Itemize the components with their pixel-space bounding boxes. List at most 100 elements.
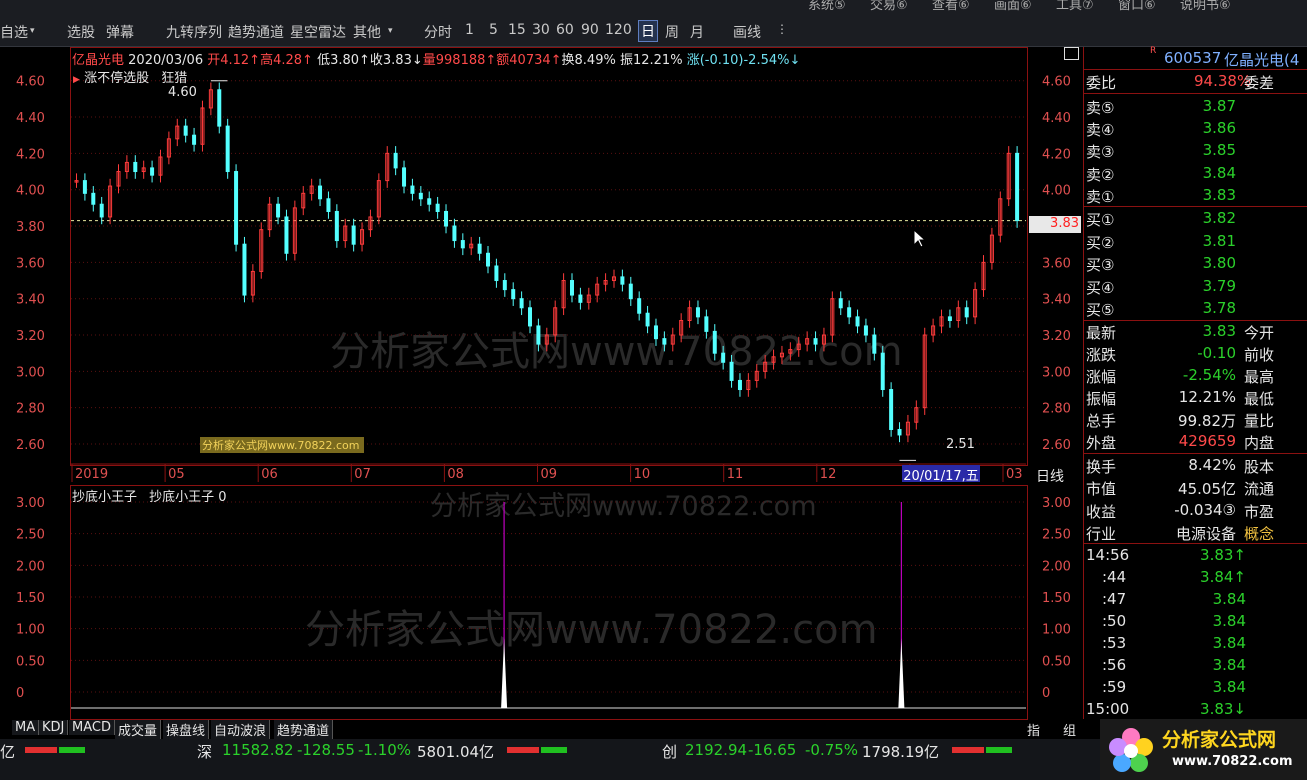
- tab-trend-channel[interactable]: 趋势通道: [274, 720, 334, 739]
- quote-right-label: 前收: [1244, 346, 1275, 364]
- menu-view[interactable]: 查看⑥: [932, 0, 970, 13]
- period-120min[interactable]: 120: [605, 22, 632, 38]
- period-monthly[interactable]: 月: [690, 22, 704, 42]
- candle-body: [318, 185, 323, 200]
- date-tick-label: 11: [727, 467, 744, 482]
- menu-trade[interactable]: 交易⑥: [870, 0, 908, 13]
- quote-panel: R 600537 亿晶光电(4 委比 94.38% 委差 卖⑤ 3.87 卖④ 3.8…: [1083, 46, 1307, 720]
- tab-auto-wave[interactable]: 自动波浪: [211, 720, 271, 739]
- amount-value: 额40734↑: [496, 53, 562, 68]
- period-5min[interactable]: 5: [489, 22, 498, 38]
- tool-danmaku[interactable]: 弹幕: [106, 22, 134, 42]
- menu-system[interactable]: 系统⑤: [808, 0, 846, 13]
- tick-time: :47: [1102, 590, 1127, 608]
- tool-nine-turn[interactable]: 九转序列: [166, 22, 222, 42]
- candle-body: [502, 280, 507, 291]
- more-icon[interactable]: ⋮: [776, 22, 788, 36]
- bid-price: 3.80: [1202, 254, 1236, 272]
- sz-change: -128.55: [297, 741, 355, 759]
- sz-strength-bar: [507, 747, 567, 753]
- date-tick-label: 10: [634, 467, 651, 482]
- bid-label: 买③: [1086, 256, 1115, 274]
- period-60min[interactable]: 60: [556, 22, 574, 38]
- quote-value: -0.10: [1197, 344, 1236, 362]
- menu-window[interactable]: 窗口⑥: [1118, 0, 1156, 13]
- maximize-icon[interactable]: [1064, 47, 1079, 60]
- price-tick-label: 3.40: [1042, 293, 1071, 308]
- period-90min[interactable]: 90: [581, 22, 599, 38]
- tick-row: 15:00 3.83↓: [1084, 698, 1307, 720]
- candle-body: [569, 280, 574, 296]
- menu-tools[interactable]: 工具⑦: [1056, 0, 1094, 13]
- indicator-tick-label: 0: [1042, 686, 1050, 701]
- date-tick-label: 09: [541, 467, 558, 482]
- bid-price: 3.79: [1202, 276, 1236, 295]
- menu-manual[interactable]: 说明书⑥: [1180, 0, 1231, 13]
- price-tick-label: 3.60: [16, 256, 45, 271]
- candle-body: [427, 198, 432, 205]
- period-weekly[interactable]: 周: [665, 22, 679, 42]
- period-1min[interactable]: 1: [465, 22, 474, 38]
- indicator-spike-peak: [898, 638, 905, 708]
- period-15min[interactable]: 15: [508, 22, 526, 38]
- price-tick-label: 3.20: [16, 329, 45, 344]
- tick-row: :44 3.84↑: [1084, 566, 1307, 588]
- quote-label: 振幅: [1086, 390, 1117, 408]
- quote-value: -2.54%: [1182, 366, 1236, 384]
- tick-row: 14:56 3.83↑: [1084, 544, 1307, 566]
- indicator-tick-label: 2.50: [16, 528, 45, 543]
- tool-other[interactable]: 其他: [353, 22, 381, 42]
- quote-label: 最新: [1086, 324, 1117, 342]
- fundamental-row: 行业 电源设备 概念: [1084, 521, 1307, 543]
- date-tick-label: 07: [354, 467, 371, 482]
- tab-index[interactable]: 指: [1024, 720, 1043, 739]
- bid-price: 3.78: [1202, 299, 1236, 317]
- quote-label: 涨跌: [1086, 346, 1117, 364]
- flower-logo-icon: [1109, 728, 1153, 772]
- price-tick-label: 3.40: [16, 293, 45, 308]
- fund-value: 电源设备: [1175, 524, 1236, 543]
- period-daily[interactable]: 日: [638, 20, 658, 42]
- candle-body: [477, 243, 482, 254]
- price-tick-label: 4.40: [16, 111, 45, 126]
- quote-label: 外盘: [1086, 434, 1117, 452]
- tool-draw-line[interactable]: 画线: [733, 22, 761, 42]
- cy-pct: -0.75%: [805, 741, 859, 759]
- market-strength-bar: [25, 747, 85, 753]
- tool-trend-channel[interactable]: 趋势通道: [228, 22, 284, 42]
- tool-stock-picker[interactable]: 选股: [67, 22, 95, 42]
- bid-label: 买④: [1086, 278, 1115, 297]
- candle-body: [234, 171, 239, 245]
- tab-trading-line[interactable]: 操盘线: [163, 720, 210, 739]
- max-price-label: 4.60: [168, 85, 197, 100]
- quote-right-label: 量比: [1244, 412, 1275, 430]
- cy-change: -16.65: [748, 741, 797, 759]
- tab-volume[interactable]: 成交量: [115, 720, 162, 739]
- price-tick-label: 3.00: [1042, 365, 1071, 380]
- candle-body: [863, 325, 868, 336]
- price-tick-label: 2.80: [1042, 402, 1071, 417]
- candle-body: [695, 307, 700, 318]
- toolbar: 系统⑤ 交易⑥ 查看⑥ 画面⑥ 工具⑦ 窗口⑥ 说明书⑥ 自选 ▾ 选股 弹幕 …: [0, 0, 1307, 47]
- bid-label: 买②: [1086, 233, 1115, 252]
- candle-body: [99, 203, 104, 218]
- candle-body: [880, 352, 885, 391]
- price-tick-label: 2.60: [16, 438, 45, 453]
- tool-star-radar[interactable]: 星空雷达: [290, 22, 346, 42]
- tab-group[interactable]: 组: [1060, 720, 1079, 739]
- candle-body: [838, 298, 843, 309]
- tab-kdj[interactable]: KDJ: [39, 720, 69, 735]
- period-intraday[interactable]: 分时: [424, 22, 452, 42]
- candle-body: [150, 167, 155, 176]
- tab-ma[interactable]: MA: [12, 720, 40, 735]
- tool-watchlist[interactable]: 自选: [0, 22, 28, 42]
- menu-screen[interactable]: 画面⑥: [994, 0, 1032, 13]
- chevron-down-icon[interactable]: ▾: [388, 26, 393, 36]
- chart-svg[interactable]: 分析家公式网www.70822.com 分析家公式网www.70822.com 分析…: [0, 47, 1082, 719]
- tab-macd[interactable]: MACD: [69, 720, 115, 735]
- quote-row: 总手 99.82万 量比: [1084, 408, 1307, 430]
- period-30min[interactable]: 30: [532, 22, 550, 38]
- candle-body: [813, 338, 818, 345]
- chevron-down-icon[interactable]: ▾: [30, 26, 35, 36]
- candle-body: [444, 210, 449, 227]
